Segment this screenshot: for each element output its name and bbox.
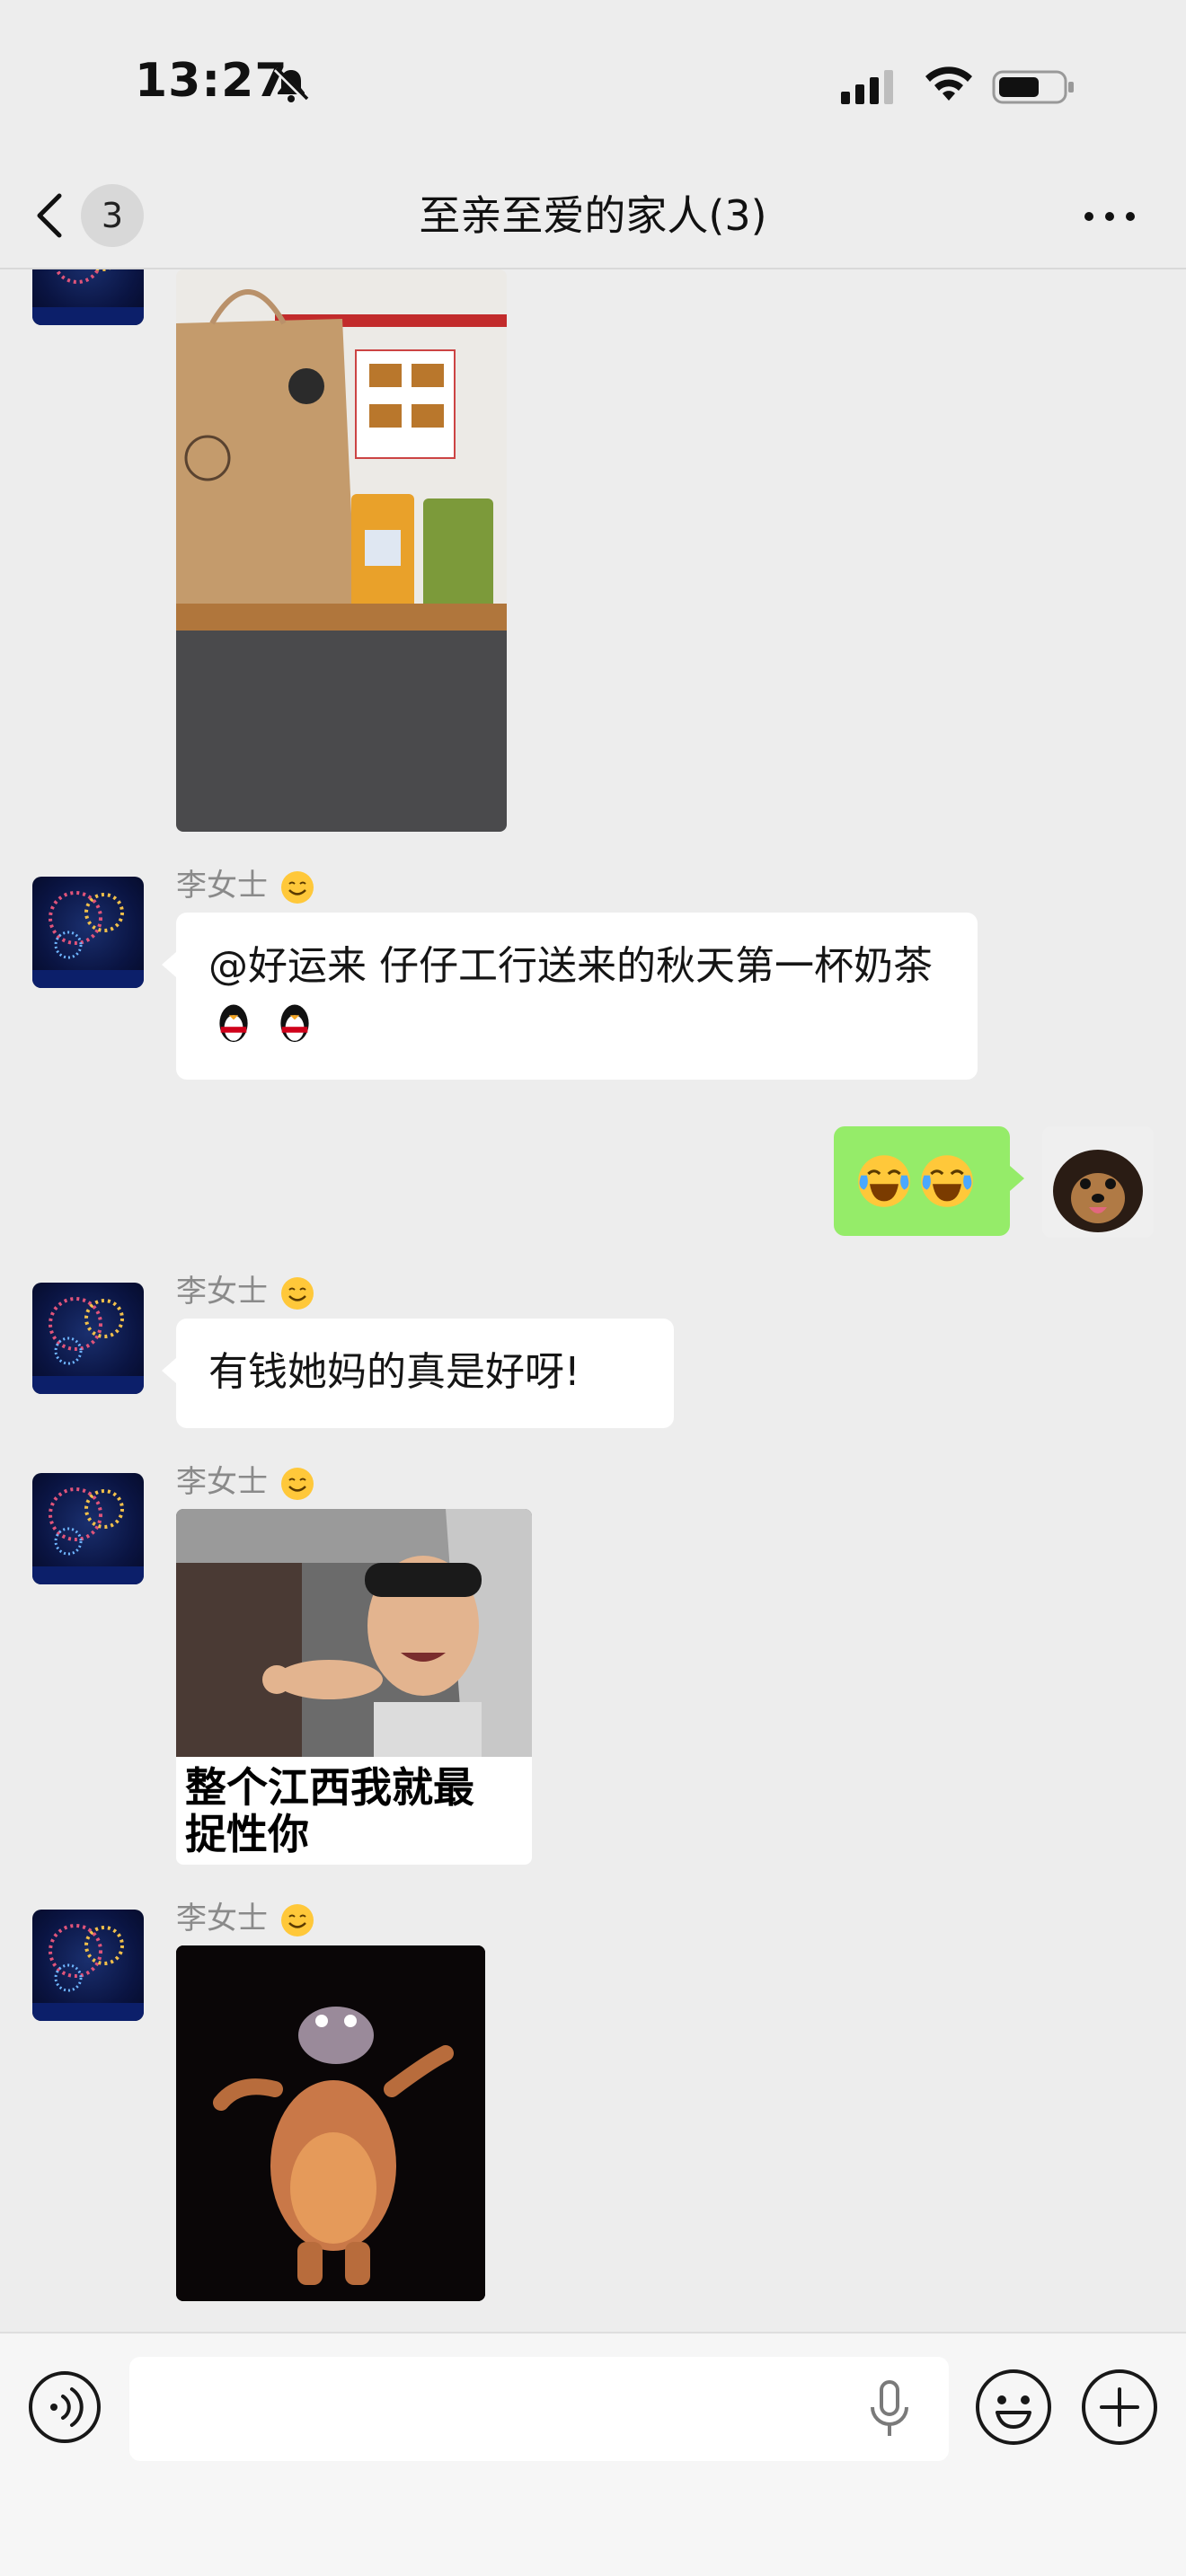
battery-icon <box>992 70 1074 104</box>
message-bubble[interactable]: 有钱她妈的真是好呀! <box>162 1319 674 1428</box>
pointing-man-sticker <box>176 1509 532 1757</box>
pomeranian-dog-icon <box>1042 1126 1154 1238</box>
chat-title: 至亲至爱的家人(3) <box>419 191 767 240</box>
input-bar <box>0 2332 1186 2576</box>
self-message-bubble[interactable] <box>834 1126 1024 1236</box>
sender-name: 李女士 <box>176 1272 315 1311</box>
sticker-caption-line-1: 整个江西我就最 <box>185 1763 474 1812</box>
smile-emoji-icon <box>280 870 314 904</box>
penguin-icon <box>280 1004 309 1043</box>
message-text: @好运来 仔仔工行送来的秋天第一杯奶茶 <box>208 943 933 989</box>
fireworks-icon <box>32 1297 144 1394</box>
bell-mute-icon <box>273 66 310 103</box>
more-icon[interactable] <box>1078 194 1141 239</box>
fireworks-icon <box>32 1487 144 1584</box>
smile-emoji-icon <box>280 1467 314 1500</box>
chat-header: 3 至亲至爱的家人(3) <box>0 162 1186 269</box>
avatar[interactable] <box>32 877 144 988</box>
sticker-message[interactable]: 整个江西我就最 捉性你 <box>176 1509 532 1865</box>
sticker-message[interactable] <box>176 1945 485 2301</box>
status-bar: 13:27 <box>0 0 1186 162</box>
photo-message[interactable] <box>176 269 507 832</box>
avatar[interactable] <box>32 1910 144 2021</box>
laugh-cry-icon <box>858 1155 910 1207</box>
avatar[interactable] <box>32 1283 144 1394</box>
message-bubble[interactable]: @好运来 仔仔工行送来的秋天第一杯奶茶 <box>162 913 978 1080</box>
fireworks-icon <box>32 891 144 988</box>
wifi-icon <box>925 66 972 101</box>
sender-name: 李女士 <box>176 866 315 905</box>
signal-icon <box>841 70 893 104</box>
message-input[interactable] <box>129 2357 949 2461</box>
sender-name-text: 李女士 <box>176 868 268 904</box>
smile-emoji-icon <box>280 1276 314 1310</box>
penguin-icon <box>219 1004 248 1043</box>
sender-name-text: 李女士 <box>176 1464 268 1500</box>
status-time: 13:27 <box>135 54 288 108</box>
sender-name: 李女士 <box>176 1899 315 1938</box>
avatar[interactable] <box>32 1473 144 1584</box>
avatar[interactable] <box>32 269 144 325</box>
shopping-bag-milk-tea-photo <box>176 269 507 832</box>
plus-icon[interactable] <box>1080 2368 1159 2447</box>
sender-name-text: 李女士 <box>176 1274 268 1310</box>
fireworks-icon <box>32 269 144 325</box>
sticker-caption-line-2: 捉性你 <box>185 1810 309 1858</box>
fireworks-icon <box>32 1924 144 2021</box>
emoji-icon[interactable] <box>974 2368 1053 2447</box>
voice-icon[interactable] <box>27 2369 102 2445</box>
dancing-hippo-sticker <box>176 1945 485 2301</box>
self-avatar[interactable] <box>1042 1126 1154 1238</box>
sender-name: 李女士 <box>176 1462 315 1502</box>
microphone-icon[interactable] <box>863 2378 916 2441</box>
message-list[interactable]: 李女士 @好运来 仔仔工行送来的秋天第一杯奶茶 李女士 有钱她妈的真是好呀! 李… <box>0 269 1186 2332</box>
message-text: 有钱她妈的真是好呀! <box>208 1349 580 1395</box>
sender-name-text: 李女士 <box>176 1901 268 1936</box>
smile-emoji-icon <box>280 1903 314 1936</box>
laugh-cry-icon <box>921 1155 973 1207</box>
